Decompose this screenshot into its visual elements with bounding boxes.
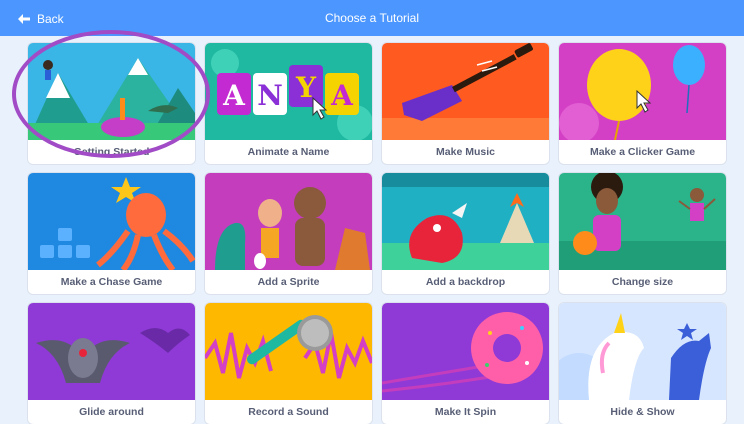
getting-started-thumbnail [28, 43, 195, 140]
tutorial-label: Hide & Show [610, 406, 675, 418]
svg-text:A: A [330, 79, 354, 112]
change-size-thumbnail [559, 173, 726, 270]
make-a-chase-game-thumbnail [28, 173, 195, 270]
tutorial-card-getting-started[interactable]: Getting Started [28, 43, 195, 164]
tutorial-label: Make Music [436, 146, 495, 158]
tutorial-label: Getting Started [73, 146, 150, 158]
tutorial-card-animate-a-name[interactable]: A N Y A Animate a Name [205, 43, 372, 164]
tutorial-label: Change size [611, 276, 674, 288]
tutorial-label: Add a Sprite [257, 276, 320, 288]
tutorial-label: Make a Clicker Game [589, 146, 696, 158]
tutorial-card-add-a-backdrop[interactable]: Add a backdrop [382, 173, 549, 294]
tutorial-card-record-a-sound[interactable]: Record a Sound [205, 303, 372, 424]
tutorial-label: Glide around [79, 406, 144, 418]
hide-and-show-thumbnail [559, 303, 726, 400]
tutorial-card-hide-and-show[interactable]: Hide & Show [559, 303, 726, 424]
tutorial-label: Animate a Name [247, 146, 330, 158]
tutorial-card-make-a-clicker-game[interactable]: Make a Clicker Game [559, 43, 726, 164]
tutorial-card-glide-around[interactable]: Glide around [28, 303, 195, 424]
tutorial-card-make-music[interactable]: Make Music [382, 43, 549, 164]
tutorial-card-make-a-chase-game[interactable]: Make a Chase Game [28, 173, 195, 294]
glide-around-thumbnail [28, 303, 195, 400]
tutorial-label: Record a Sound [248, 406, 329, 418]
tutorial-card-change-size[interactable]: Change size [559, 173, 726, 294]
svg-text:A: A [222, 79, 246, 112]
tutorial-header: Back Choose a Tutorial [0, 0, 744, 36]
tutorial-label: Make It Spin [434, 406, 497, 418]
animate-a-name-thumbnail: A N Y A [205, 43, 372, 140]
tutorial-label: Add a backdrop [425, 276, 506, 288]
tutorial-label: Make a Chase Game [60, 276, 163, 288]
add-a-sprite-thumbnail [205, 173, 372, 270]
record-a-sound-thumbnail [205, 303, 372, 400]
tutorial-card-add-a-sprite[interactable]: Add a Sprite [205, 173, 372, 294]
svg-text:N: N [257, 79, 283, 112]
make-music-thumbnail [382, 43, 549, 140]
add-a-backdrop-thumbnail [382, 173, 549, 270]
make-a-clicker-game-thumbnail [559, 43, 726, 140]
tutorial-card-make-it-spin[interactable]: Make It Spin [382, 303, 549, 424]
make-it-spin-thumbnail [382, 303, 549, 400]
page-title: Choose a Tutorial [324, 11, 420, 25]
